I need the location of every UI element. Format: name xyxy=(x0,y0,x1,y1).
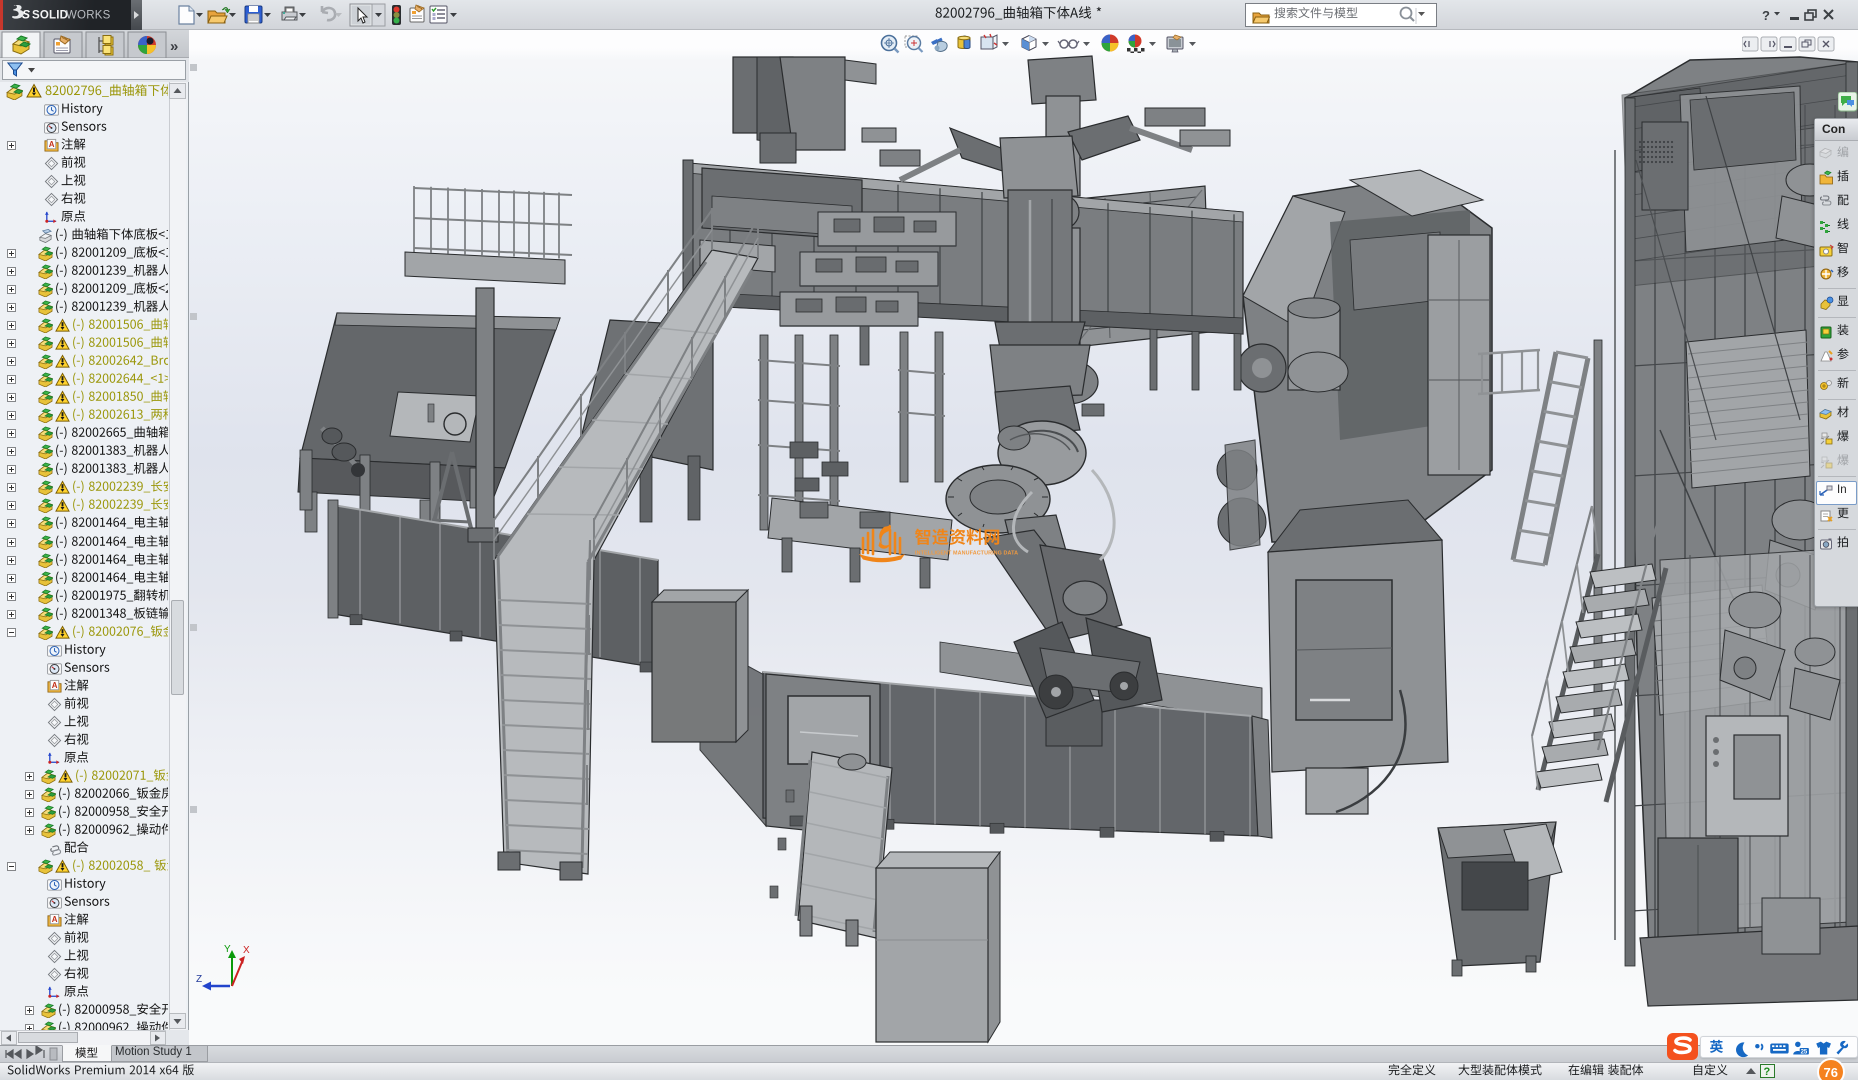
svg-text:?: ? xyxy=(1762,8,1770,23)
svg-text:Y: Y xyxy=(224,944,231,955)
svg-text:X: X xyxy=(243,945,250,956)
svg-text:76: 76 xyxy=(1824,1065,1838,1080)
svg-text:25: 25 xyxy=(1801,1050,1808,1056)
svg-text:»: » xyxy=(170,38,178,55)
svg-text:INTELLIGENT MANUFACTURING DATA: INTELLIGENT MANUFACTURING DATA xyxy=(915,551,1018,557)
svg-text:?: ? xyxy=(1764,1066,1771,1078)
